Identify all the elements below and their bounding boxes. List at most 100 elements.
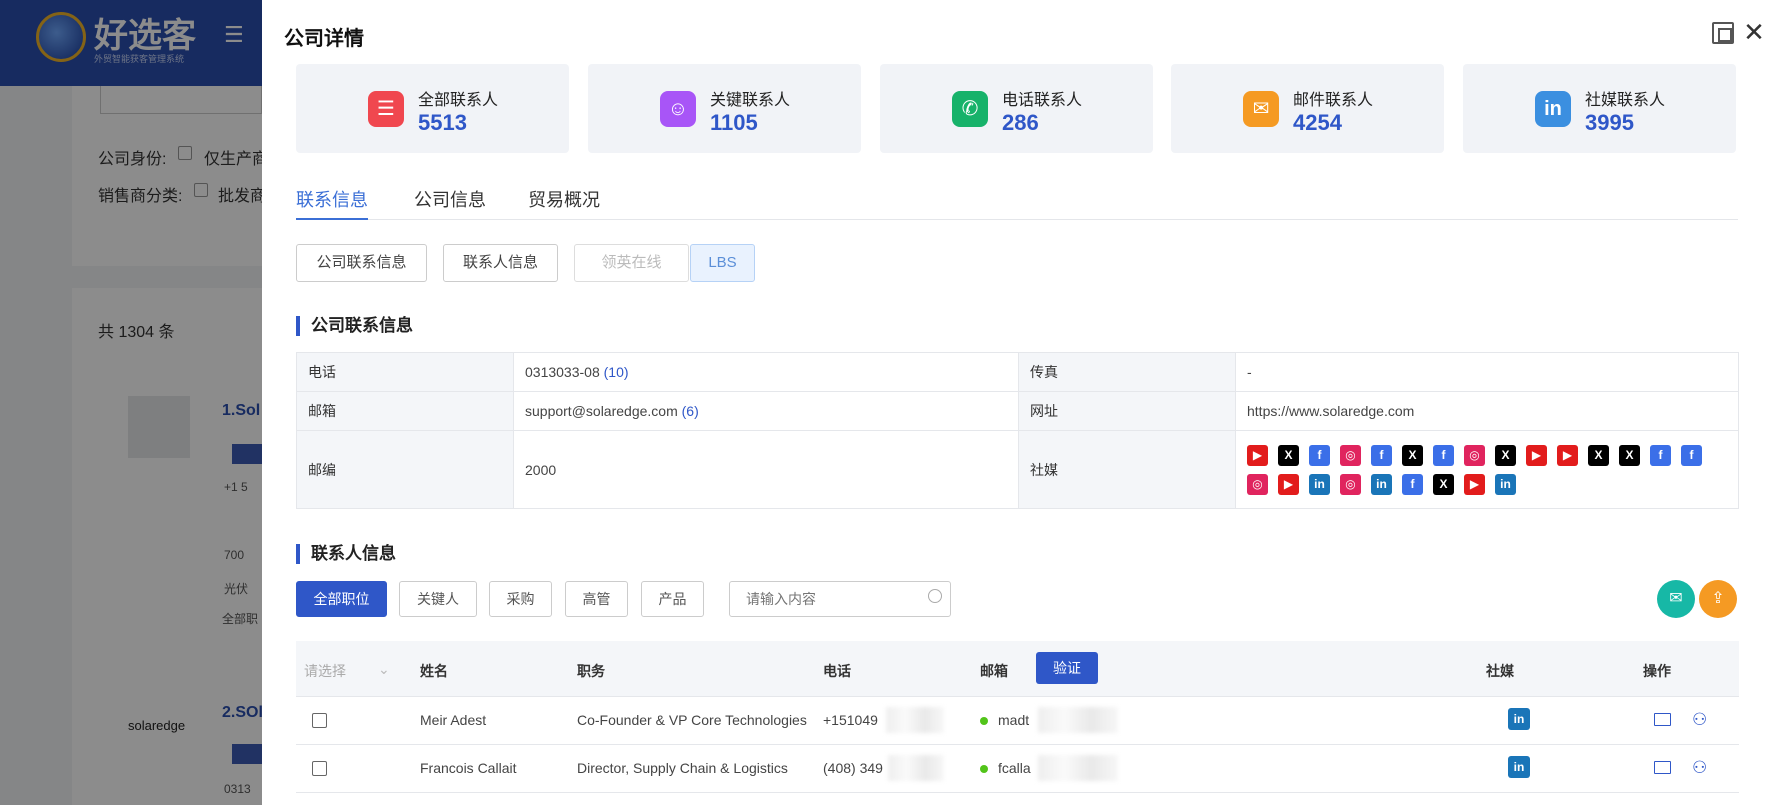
company-contact-table: 电话 0313033-08 (10) 传真 - 邮箱 support@solar… [296,352,1739,509]
drawer-title: 公司详情 [284,28,364,50]
stat-label: 社媒联系人 [1585,92,1666,109]
linkedin-icon[interactable]: in [1495,473,1516,495]
send-mail-icon[interactable]: ✉ [1657,580,1695,618]
filter-executive[interactable]: 高管 [565,581,628,617]
blurred-email [1038,755,1118,781]
linkedin-icon[interactable]: in [1309,473,1330,495]
mail-icon[interactable] [1654,761,1671,774]
fullscreen-icon[interactable] [1712,22,1734,44]
phone-icon: ✆ [952,91,988,127]
x-icon[interactable]: X [1588,444,1609,466]
blurred-phone [888,755,944,781]
stat-value: 4254 [1293,110,1342,135]
filter-purchasing[interactable]: 采购 [489,581,552,617]
close-icon[interactable]: ✕ [1740,18,1768,46]
key-person-icon: ☺ [660,91,696,127]
instagram-icon[interactable]: ◎ [1340,473,1361,495]
column-social[interactable]: 社媒 [1486,661,1514,681]
x-icon[interactable]: X [1433,473,1454,495]
verify-button[interactable]: 验证 [1036,652,1098,684]
add-user-icon[interactable]: ⚇ [1692,711,1710,729]
website-label: 网址 [1018,391,1236,431]
social-label: 社媒 [1018,430,1236,509]
contact-person-button[interactable]: 联系人信息 [443,244,558,282]
email-count[interactable]: (6) [682,403,699,419]
phone-count[interactable]: (10) [604,364,629,380]
instagram-icon[interactable]: ◎ [1464,444,1485,466]
tab-trade-overview[interactable]: 贸易概况 [528,186,600,212]
stat-phone-contacts[interactable]: ✆ 电话联系人 286 [880,64,1153,153]
x-icon[interactable]: X [1495,444,1516,466]
contacts-card-icon: ☰ [368,91,404,127]
linkedin-icon[interactable]: in [1371,473,1392,495]
instagram-icon[interactable]: ◎ [1340,444,1361,466]
linkedin-icon[interactable]: in [1508,756,1530,778]
search-icon[interactable] [928,589,942,603]
youtube-icon[interactable]: ▶ [1526,444,1547,466]
contact-title: Co-Founder & VP Core Technologies [577,712,807,728]
tab-underline [296,218,368,220]
add-user-icon[interactable]: ⚇ [1692,759,1710,777]
select-dropdown[interactable]: 请选择 [304,661,346,681]
social-icons: ▶ Xf ◎ f Xf ◎ X ▶ ▶ X Xf f ◎ ▶ in ◎ in f X ▶ in [1235,430,1739,509]
table-row: Meir Adest Co-Founder & VP Core Technolo… [296,697,1739,745]
stat-value: 3995 [1585,110,1634,135]
column-title: 职务 [577,663,605,679]
x-icon[interactable]: X [1278,444,1299,466]
facebook-icon[interactable]: f [1681,444,1702,466]
x-icon[interactable]: X [1619,444,1640,466]
phone-value: 0313033-08 [525,364,600,380]
stat-email-contacts[interactable]: ✉ 邮件联系人 4254 [1171,64,1444,153]
search-input[interactable] [729,581,951,617]
contact-email: madt [998,712,1030,728]
stat-all-contacts[interactable]: ☰ 全部联系人 5513 [296,64,569,153]
blurred-phone [886,707,944,733]
stat-label: 电话联系人 [1002,92,1083,109]
tab-company-info[interactable]: 公司信息 [414,186,486,212]
column-ops: 操作 [1643,663,1671,679]
section-title-contacts: 联系人信息 [296,544,396,564]
zip-value: 2000 [513,430,1019,509]
filter-key-person[interactable]: 关键人 [399,581,477,617]
facebook-icon[interactable]: f [1309,444,1330,466]
contact-email: fcalla [998,760,1031,776]
linkedin-icon[interactable]: in [1508,708,1530,730]
linkedin-online-button[interactable]: 领英在线 [574,244,689,282]
phone-cell: 0313033-08 (10) [513,352,1019,392]
facebook-icon[interactable]: f [1371,444,1392,466]
fax-value: - [1235,352,1739,392]
export-icon[interactable]: ⇪ [1699,580,1737,618]
mail-icon: ✉ [1243,91,1279,127]
row-checkbox[interactable] [312,713,327,728]
facebook-icon[interactable]: f [1402,473,1423,495]
column-name: 姓名 [420,663,448,679]
tab-contact-info[interactable]: 联系信息 [296,186,368,212]
youtube-icon[interactable]: ▶ [1557,444,1578,466]
filter-all-positions[interactable]: 全部职位 [296,581,387,617]
chevron-down-icon[interactable]: ⌄ [378,661,390,678]
stat-key-contacts[interactable]: ☺ 关键联系人 1105 [588,64,861,153]
instagram-icon[interactable]: ◎ [1247,473,1268,495]
email-label: 邮箱 [296,391,514,431]
filter-product[interactable]: 产品 [641,581,704,617]
stat-label: 邮件联系人 [1293,92,1374,109]
x-icon[interactable]: X [1402,444,1423,466]
company-contact-button[interactable]: 公司联系信息 [296,244,427,282]
youtube-icon[interactable]: ▶ [1278,473,1299,495]
youtube-icon[interactable]: ▶ [1247,444,1268,466]
lbs-button[interactable]: LBS [690,244,755,282]
website-link[interactable]: https://www.solaredge.com [1235,391,1739,431]
row-checkbox[interactable] [312,761,327,776]
column-phone[interactable]: 电话 [823,661,851,681]
stat-label: 关键联系人 [710,92,791,109]
contact-title: Director, Supply Chain & Logistics [577,760,788,776]
contact-phone: (408) 349 [823,760,883,776]
facebook-icon[interactable]: f [1650,444,1671,466]
phone-label: 电话 [296,352,514,392]
stat-social-contacts[interactable]: in 社媒联系人 3995 [1463,64,1736,153]
linkedin-icon: in [1535,91,1571,127]
youtube-icon[interactable]: ▶ [1464,473,1485,495]
facebook-icon[interactable]: f [1433,444,1454,466]
mail-icon[interactable] [1654,713,1671,726]
column-email[interactable]: 邮箱 [980,661,1008,681]
